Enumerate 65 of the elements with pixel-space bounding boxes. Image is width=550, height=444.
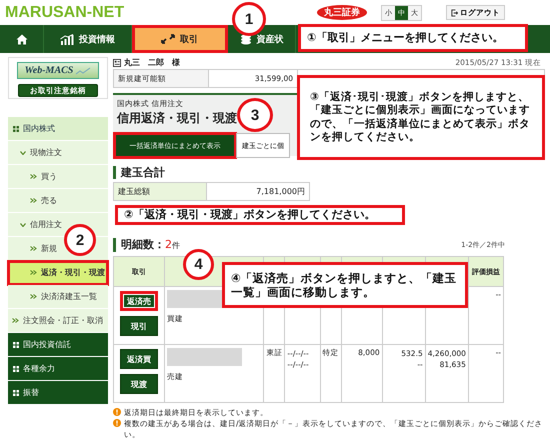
arrows-icon [161,34,175,44]
web-macs-logo[interactable]: Web-MACS [17,62,99,79]
grid-icon [13,366,19,372]
menu-item[interactable]: 返済・現引・現渡 [8,261,108,285]
person-card-icon [113,58,121,66]
warning-icon [113,408,121,416]
user-name: 丸三 二郎 様 [124,57,180,68]
detail-count: 明細数：2件 [113,238,180,252]
nav-label: 資産状 [256,33,284,46]
instruction-tooltip: ④「返済売」ボタンを押しますと、「建玉一覧」画面に移動します。 [222,262,468,308]
instruction-tooltip: ③「返済･現引･現渡」ボタンを押しますと、「建玉ごとに個別表示」画面になっていますので、「一括返済単位にまとめて表示」ボタンを押してください。 [297,75,545,160]
menu-item-label: 注文照会・訂正・取消 [23,315,103,326]
home-icon [16,34,28,44]
nav-tab[interactable]: 取引 [132,25,228,53]
step-number-tooltip: 1 [232,2,266,36]
action-button[interactable]: 返済買 [120,349,158,369]
site-logo: MARUSAN-NET [5,4,124,22]
summary-value: 7,181,000円 [255,186,306,198]
menu-item[interactable]: 買う [8,165,108,189]
menu-section-label: 国内株式 [23,123,55,134]
grid-icon [13,126,19,132]
line-chart-icon [75,66,92,76]
panel-title: 信用返済・現引・現渡 [117,110,237,127]
logout-icon [451,8,458,16]
menu-section-label: 国内投資信託 [23,339,71,350]
double-chevron-icon [30,198,37,203]
menu-section[interactable]: 国内投資信託 [8,333,108,357]
brand-badge: 丸三証券 [317,5,367,20]
section-heading: 建玉合計 [113,166,545,179]
grid-icon [13,342,19,348]
menu-section-label: 各種余力 [23,363,55,374]
double-chevron-icon [30,174,37,179]
summary-label: 建玉総額 [114,183,207,200]
action-button[interactable]: 返済売 [120,291,158,311]
bar-chart-icon [60,34,74,44]
menu-section[interactable]: 各種余力 [8,357,108,381]
menu-item-label: 新規 [41,243,57,254]
menu-section[interactable]: 振替 [8,381,108,405]
action-button[interactable]: 現引 [120,316,158,336]
warning-icon [113,419,121,427]
chevron-icon [20,150,26,154]
menu-item[interactable]: 決済済建玉一覧 [8,285,108,309]
menu-item[interactable]: 売る [8,189,108,213]
action-button[interactable]: 現渡 [120,374,158,394]
menu-item-label: 決済済建玉一覧 [41,291,97,302]
menu-section[interactable]: 国内株式 [8,117,108,141]
grid-icon [13,390,19,396]
menu-group-label: 現物注文 [30,147,62,158]
double-chevron-icon [12,318,19,323]
step-number-tooltip: 4 [183,249,214,280]
menu-group-label: 信用注文 [30,219,62,230]
nav-label: 取引 [180,34,198,46]
menu-item-label: 買う [41,171,57,182]
menu-section-label: 振替 [23,387,39,398]
instruction-tooltip: ①「取引」メニューを押してください。 [298,24,528,52]
menu-group[interactable]: 現物注文 [8,141,108,165]
menu-item[interactable]: 注文照会・訂正・取消 [8,309,108,333]
instruction-tooltip: ②「返済・現引・現渡」ボタンを押してください。 [115,205,405,225]
double-chevron-icon [30,246,37,251]
double-chevron-icon [30,294,37,299]
chevron-icon [20,222,26,226]
nav-label: 投資情報 [79,34,115,46]
double-chevron-icon [30,270,37,275]
menu-item-label: 返済・現引・現渡 [41,267,105,278]
menu-item-label: 売る [41,195,57,206]
